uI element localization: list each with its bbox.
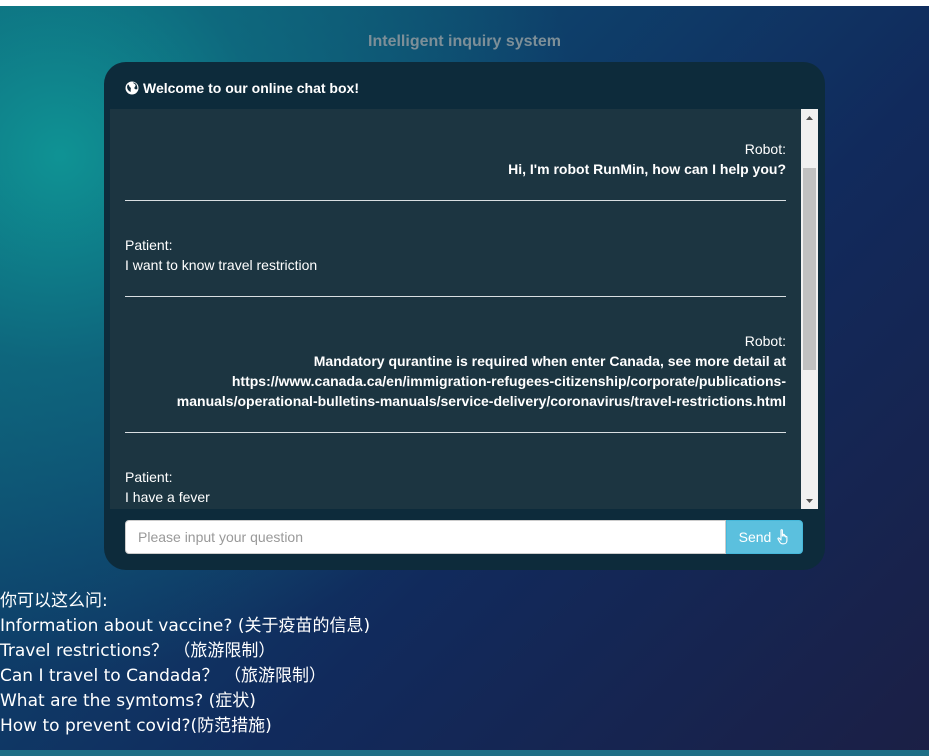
- hand-pointer-icon: [777, 529, 788, 545]
- message-speaker: Patient:: [125, 237, 173, 253]
- message-speaker: Robot:: [744, 141, 786, 157]
- suggestion-item: Can I travel to Candada？ （旅游限制）: [0, 666, 326, 686]
- message-text: I have a fever: [125, 489, 210, 505]
- message-speaker: Robot:: [744, 333, 786, 349]
- scroll-thumb[interactable]: [803, 168, 816, 370]
- send-button-label: Send: [738, 529, 772, 545]
- suggestions: 你可以这么问: Information about vaccine? (关于疫苗…: [0, 589, 370, 739]
- message-speaker: Patient:: [125, 469, 173, 485]
- message-text: Hi, I'm robot RunMin, how can I help you…: [508, 161, 786, 177]
- suggestion-item: How to prevent covid?(防范措施): [0, 716, 272, 736]
- question-input[interactable]: [125, 520, 726, 554]
- patient-message: Patient: I want to know travel restricti…: [125, 235, 786, 275]
- message-text: I want to know travel restriction: [125, 257, 318, 273]
- message-divider: [125, 296, 786, 297]
- suggestions-intro: 你可以这么问:: [0, 591, 108, 611]
- robot-message: Robot: Mandatory qurantine is required w…: [125, 331, 786, 411]
- robot-message: Robot: Hi, I'm robot RunMin, how can I h…: [125, 139, 786, 179]
- scroll-up-icon[interactable]: [801, 109, 818, 126]
- message-scrollbar[interactable]: [801, 109, 818, 509]
- message-divider: [125, 200, 786, 201]
- suggestion-item: What are the symtoms? (症状): [0, 691, 256, 711]
- message-text-line: Mandatory qurantine is required when ent…: [313, 353, 786, 369]
- chat-header-title: Welcome to our online chat box!: [143, 80, 359, 96]
- input-row: Send: [125, 520, 803, 554]
- suggestion-item: Information about vaccine? (关于疫苗的信息): [0, 616, 371, 636]
- globe-icon: [125, 81, 139, 95]
- suggestion-item: Travel restrictions？ （旅游限制）: [0, 641, 276, 661]
- patient-message: Patient: I have a fever: [125, 467, 786, 507]
- chat-header: Welcome to our online chat box!: [125, 80, 359, 96]
- message-link-line: https://www.canada.ca/en/immigration-ref…: [231, 373, 786, 389]
- bottom-bar: [0, 750, 929, 756]
- message-divider: [125, 432, 786, 433]
- page-title: Intelligent inquiry system: [368, 33, 561, 50]
- message-link-line: manuals/operational-bulletins-manuals/se…: [176, 393, 786, 409]
- chat-box: Welcome to our online chat box! Robot: H…: [104, 62, 825, 570]
- message-list[interactable]: Robot: Hi, I'm robot RunMin, how can I h…: [110, 109, 818, 509]
- send-button[interactable]: Send: [726, 520, 803, 554]
- scroll-down-icon[interactable]: [801, 492, 818, 509]
